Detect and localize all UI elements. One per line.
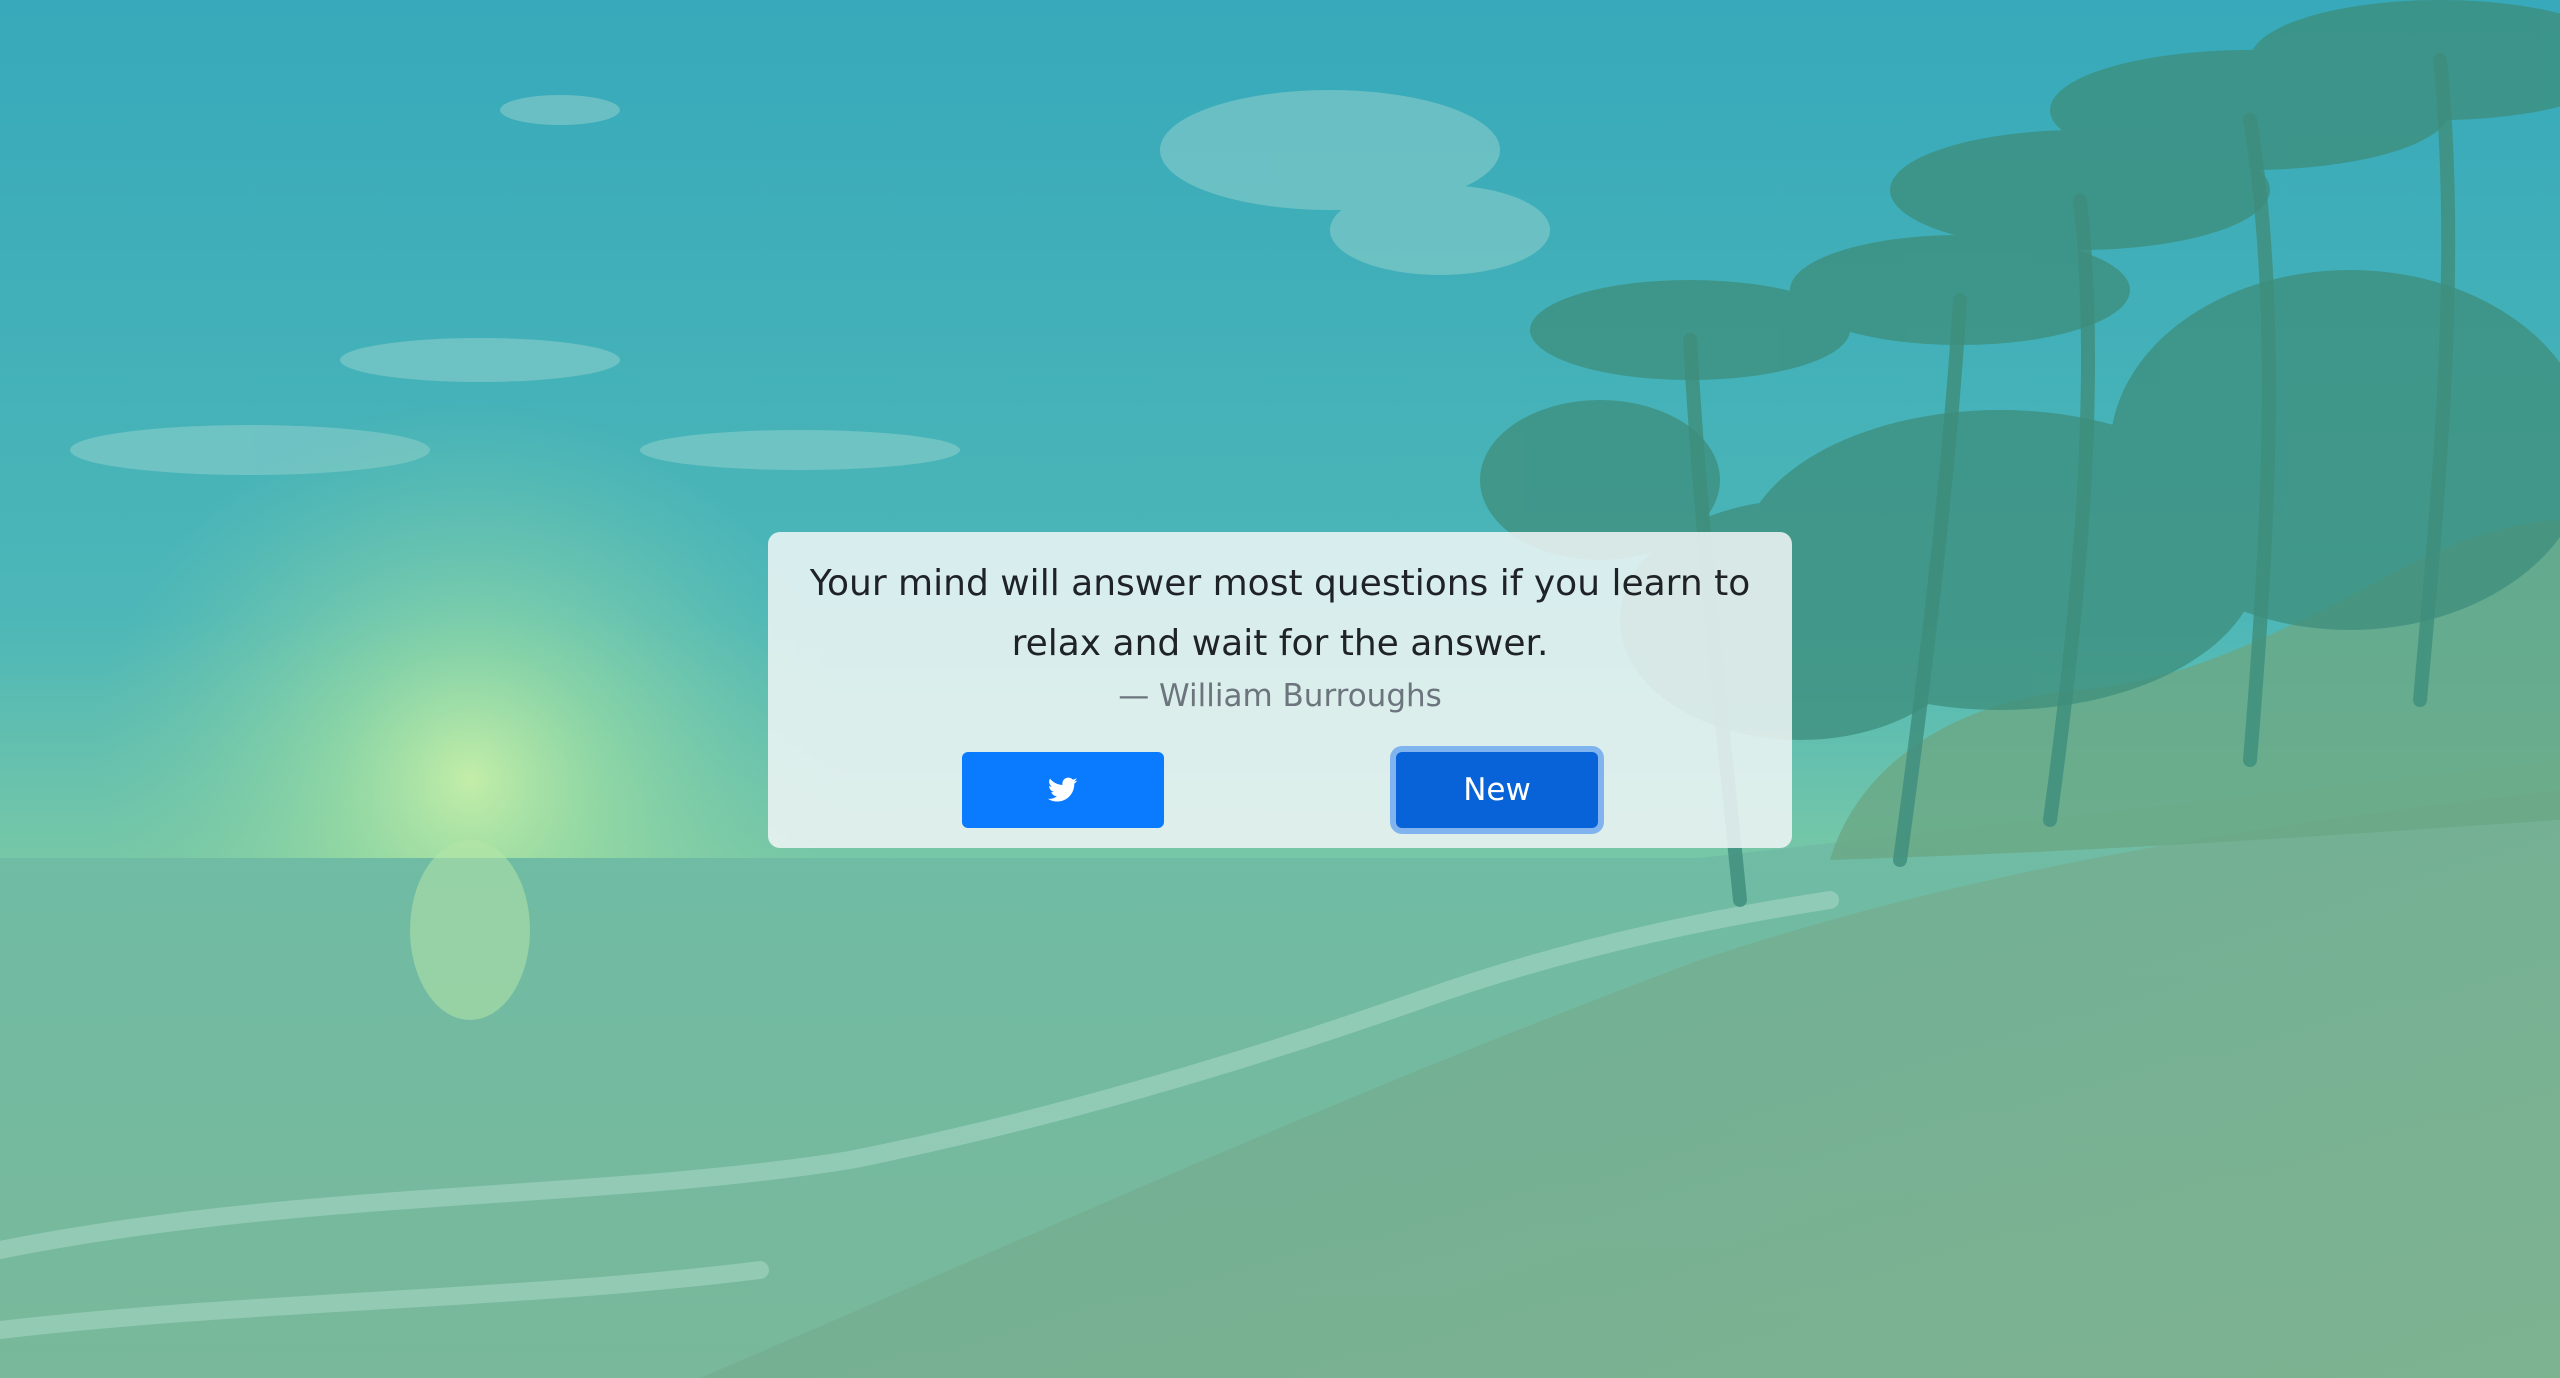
quote-box: Your mind will answer most questions if … — [768, 532, 1792, 848]
quote-author: — William Burroughs — [1118, 678, 1442, 714]
new-quote-button[interactable]: New — [1396, 752, 1598, 828]
tweet-quote-button[interactable] — [962, 752, 1164, 828]
twitter-icon — [1048, 777, 1078, 802]
quote-text: Your mind will answer most questions if … — [809, 563, 1751, 664]
